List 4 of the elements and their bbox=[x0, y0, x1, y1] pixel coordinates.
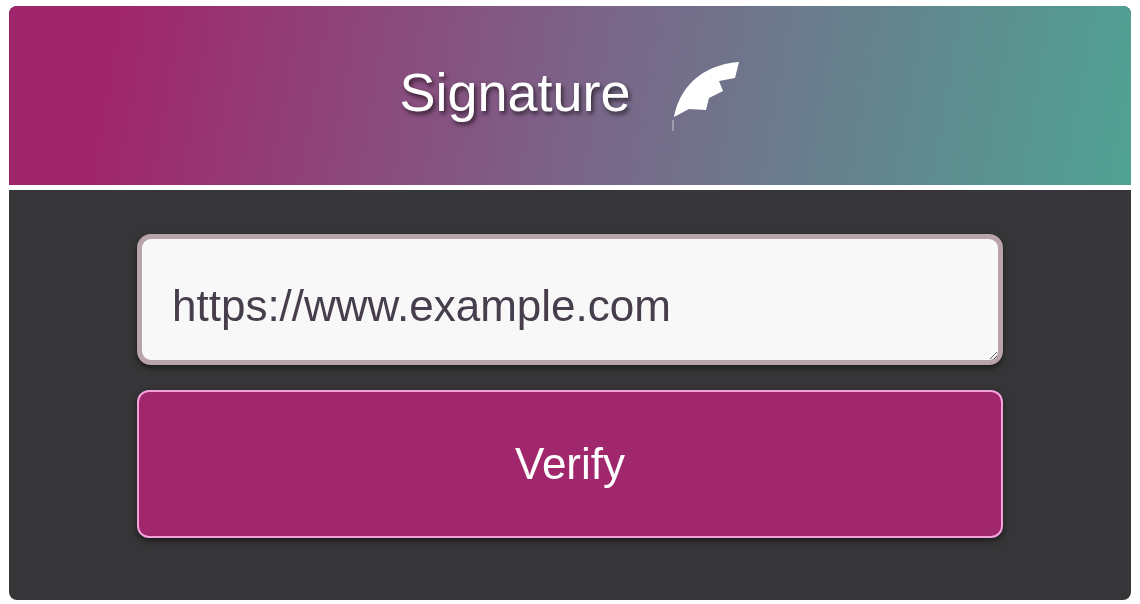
page-title: Signature bbox=[399, 61, 631, 124]
url-field[interactable]: https://www.example.com bbox=[137, 234, 1003, 365]
verify-button[interactable]: Verify bbox=[137, 390, 1003, 538]
feather-icon bbox=[670, 59, 741, 132]
